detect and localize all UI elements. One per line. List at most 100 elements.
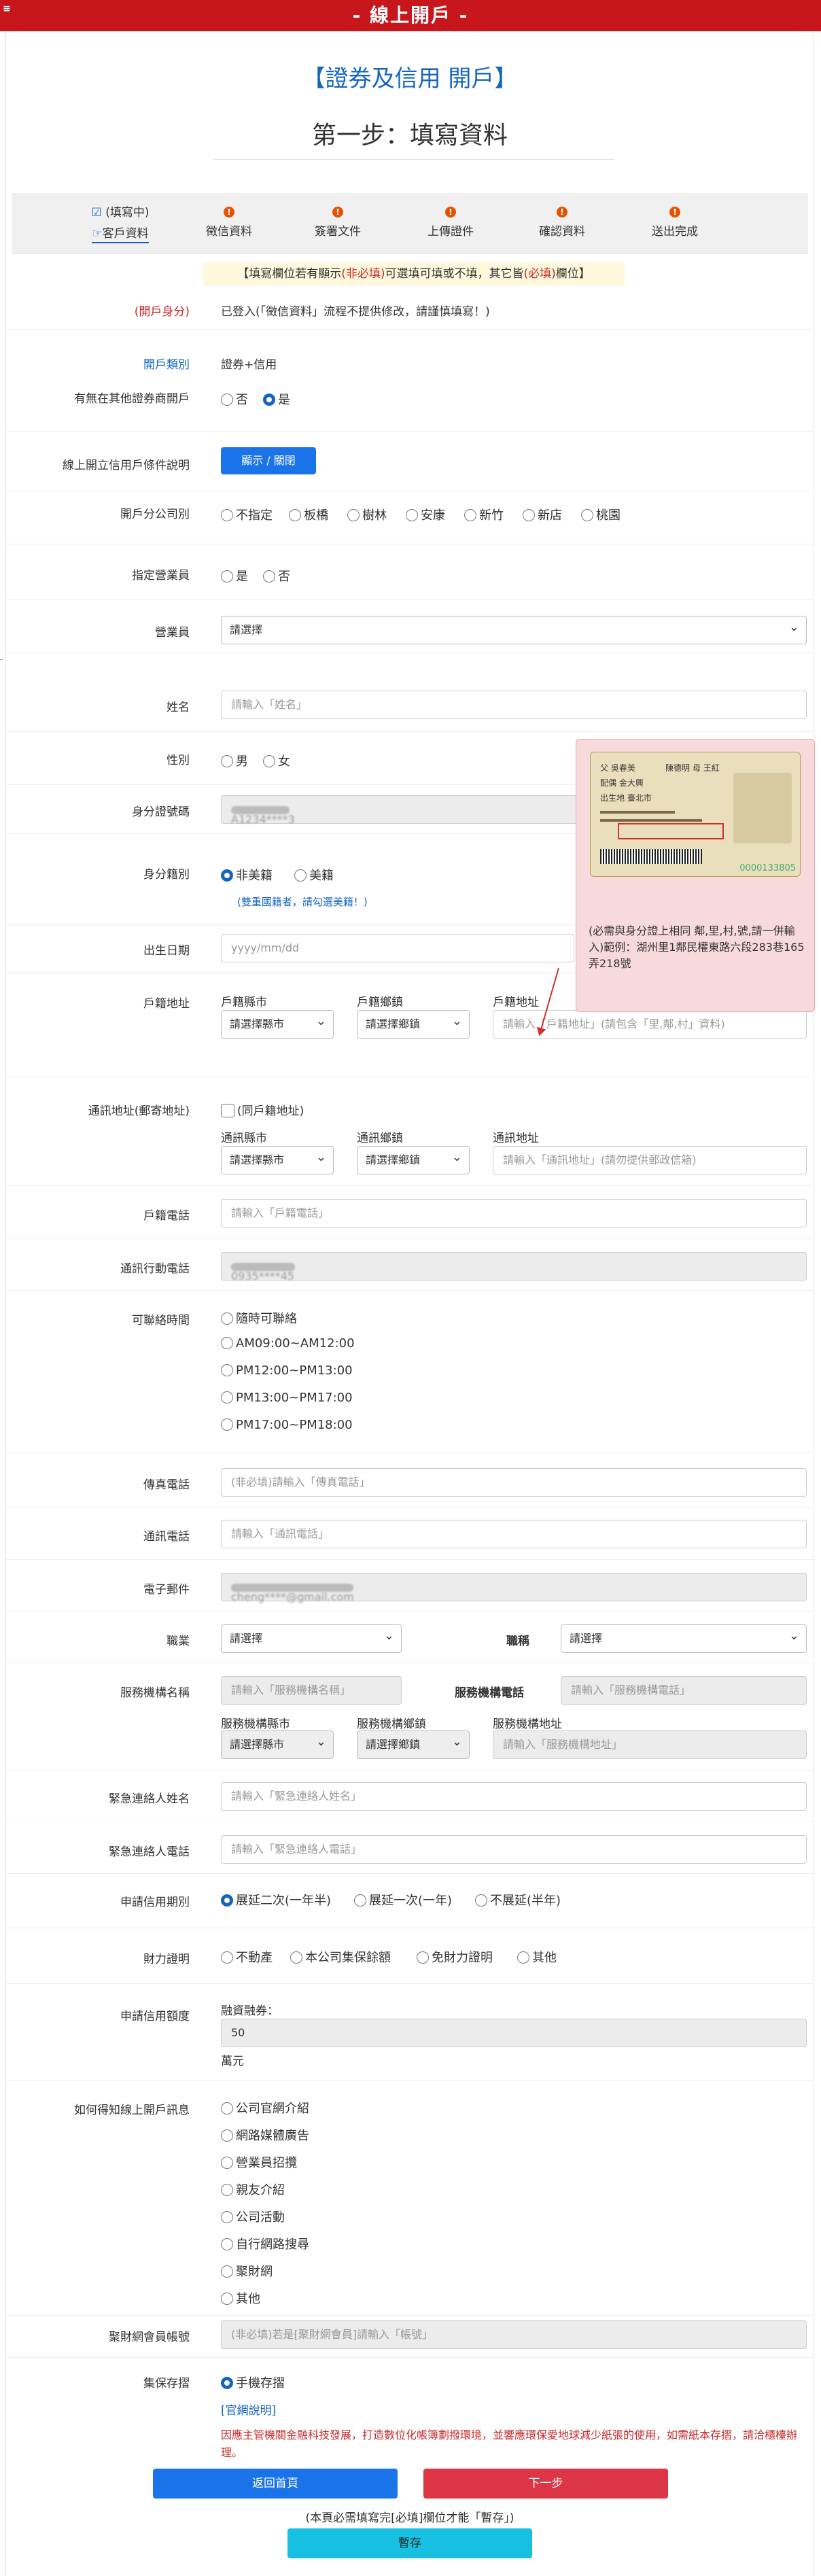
household-county-label: 戶籍縣市	[221, 996, 267, 1009]
mailing-label: 通訊地址(郵寄地址)	[88, 1104, 190, 1118]
credit-amount-field: 50	[221, 2019, 807, 2047]
barcode	[600, 849, 702, 864]
org-name-label: 服務機構名稱	[120, 1686, 190, 1700]
gender-female[interactable]: 女	[263, 752, 290, 769]
household-town-select[interactable]: 請選擇鄉鎮	[357, 1008, 470, 1039]
mail-phone-input[interactable]: 請輸入「通訊電話」	[221, 1520, 807, 1548]
forum-account-input[interactable]: (非必填)若是[聚財網會員]請輸入「帳號」	[221, 2320, 807, 2349]
contact-time-option[interactable]: PM17:00~PM18:00	[221, 1418, 353, 1432]
emergency-name-input[interactable]: 請輸入「緊急連絡人姓名」	[221, 1782, 807, 1811]
name-input[interactable]: 請輸入「姓名」	[221, 691, 807, 719]
job-select[interactable]: 請選擇	[221, 1622, 402, 1653]
financial-option[interactable]: 不動產	[221, 1948, 273, 1966]
step-label: 送出完成	[652, 225, 698, 239]
forum-account-label: 聚財網會員帳號	[109, 2331, 190, 2344]
warning-icon: !	[332, 207, 343, 217]
custody-mobile-passbook[interactable]: 手機存摺	[221, 2373, 285, 2391]
assign-agent-no[interactable]: 否	[263, 567, 290, 585]
other-account-no[interactable]: 否	[221, 390, 248, 408]
page-title: 【證券及信用 開戶】	[302, 65, 518, 92]
save-draft-button[interactable]: 暫存	[287, 2528, 532, 2558]
custody-note: 因應主管機關金融科技發展，打造數位化帳簿劃撥環境，並響應環保愛地球減少紙張的使用…	[221, 2429, 798, 2459]
custody-info-link[interactable]: [官網說明]	[221, 2401, 276, 2418]
mailing-town-label: 通訊鄉鎮	[357, 1132, 403, 1145]
source-option[interactable]: 網路媒體廣告	[221, 2126, 309, 2144]
branch-option[interactable]: 安康	[406, 506, 445, 523]
org-county-label: 服務機構縣市	[221, 1718, 290, 1731]
org-town-select[interactable]: 請選擇鄉鎮	[357, 1728, 470, 1759]
identity-value: 已登入(「徵信資料」流程不提供修改，請謹慎填寫！)	[221, 305, 490, 319]
credit-period-option[interactable]: 展延一次(一年)	[354, 1891, 452, 1909]
name-label: 姓名	[167, 701, 190, 714]
step-label: 簽署文件	[315, 225, 361, 239]
financial-option[interactable]: 其他	[517, 1948, 557, 1966]
next-step-button[interactable]: 下一步	[423, 2469, 668, 2499]
back-home-button[interactable]: 返回首頁	[153, 2469, 398, 2499]
email-field: cheng****@gmail.com	[221, 1573, 807, 1603]
financial-option[interactable]: 免財力證明	[417, 1948, 493, 1966]
contact-time-option[interactable]: PM13:00~PM17:00	[221, 1391, 353, 1405]
household-addr-label: 戶籍地址	[493, 996, 539, 1009]
branch-option[interactable]: 新店	[523, 506, 562, 523]
home-phone-input[interactable]: 請輸入「戶籍電話」	[221, 1199, 807, 1228]
mailing-addr-input[interactable]: 請輸入「通訊地址」(請勿提供郵政信箱)	[493, 1146, 807, 1174]
card-number: 0000133805	[739, 863, 796, 873]
other-account-yes[interactable]: 是	[263, 390, 290, 408]
org-name-input[interactable]: 請輸入「服務機構名稱」	[221, 1676, 402, 1705]
nationality-non-us[interactable]: 非美籍	[221, 866, 273, 884]
org-county-select[interactable]: 請選擇縣市	[221, 1728, 334, 1759]
step-confirm[interactable]: ! 確認資料	[508, 193, 616, 239]
financial-option[interactable]: 本公司集保餘額	[290, 1948, 391, 1966]
address-example-text: (必需與身分證上相同 鄰,里,村,號,請一併輸入)範例：湖州里1鄰民權東路六段2…	[589, 924, 805, 970]
warning-icon: !	[557, 207, 567, 217]
title-divider	[213, 159, 614, 160]
org-phone-input[interactable]: 請輸入「服務機構電話」	[561, 1676, 807, 1705]
form-container: 【證券及信用 開戶】 第一步：填寫資料 ☑ (填寫中) ☞客戶資料 ! 徵信資料…	[5, 31, 815, 2576]
step-sign-docs[interactable]: ! 簽署文件	[283, 193, 392, 239]
branch-option[interactable]: 新竹	[464, 506, 504, 523]
step-complete[interactable]: ! 送出完成	[621, 193, 729, 239]
source-option[interactable]: 公司官網介紹	[221, 2099, 309, 2117]
mailing-town-select[interactable]: 請選擇鄉鎮	[357, 1144, 470, 1174]
fax-input[interactable]: (非必填)請輸入「傳真電話」	[221, 1468, 807, 1497]
toggle-conditions-button[interactable]: 顯示 / 關閉	[221, 447, 316, 474]
source-option[interactable]: 公司活動	[221, 2208, 285, 2225]
source-option[interactable]: 其他	[221, 2289, 260, 2307]
step-label: 徵信資料	[206, 225, 252, 239]
address-example-popup: 父 吳春美 配偶 金大興 出生地 臺北市 母 王紅 陳德明 0000133805…	[576, 739, 815, 1012]
step-credit-data[interactable]: ! 徵信資料	[175, 193, 283, 239]
household-county-select[interactable]: 請選擇縣市	[221, 1008, 334, 1039]
job-title-select[interactable]: 請選擇	[561, 1622, 807, 1653]
same-as-household-checkbox[interactable]: (同戶籍地址)	[221, 1101, 304, 1118]
source-option[interactable]: 自行網路搜尋	[221, 2235, 309, 2252]
household-town-label: 戶籍鄉鎮	[357, 996, 403, 1009]
credit-period-option[interactable]: 不展延(半年)	[475, 1891, 561, 1909]
contact-time-option[interactable]: 隨時可聯絡	[221, 1309, 297, 1327]
org-phone-label: 服務機構電話	[455, 1686, 524, 1700]
mailing-county-select[interactable]: 請選擇縣市	[221, 1144, 334, 1174]
branch-option[interactable]: 不指定	[221, 506, 273, 523]
agent-select[interactable]: 請選擇	[221, 614, 807, 644]
account-type-label: 開戶類別	[143, 358, 190, 372]
contact-time-option[interactable]: PM12:00~PM13:00	[221, 1363, 353, 1378]
emergency-phone-input[interactable]: 請輸入「緊急連絡人電話」	[221, 1835, 807, 1864]
credit-amount-label: 申請信用額度	[120, 2010, 190, 2023]
credit-period-option[interactable]: 展延二次(一年半)	[221, 1891, 331, 1909]
credit-period-label: 申請信用期別	[120, 1896, 190, 1909]
source-option[interactable]: 營業員招攬	[221, 2153, 297, 2171]
menu-icon[interactable]: ≡	[3, 4, 12, 14]
org-addr-input[interactable]: 請輸入「服務機構地址」	[493, 1730, 807, 1759]
contact-time-option[interactable]: AM09:00~AM12:00	[221, 1336, 355, 1351]
nationality-us[interactable]: 美籍	[294, 866, 334, 884]
source-option[interactable]: 聚財網	[221, 2262, 273, 2280]
birthday-input[interactable]: yyyy/mm/dd	[221, 934, 574, 962]
branch-option[interactable]: 桃園	[581, 506, 621, 523]
step-upload-id[interactable]: ! 上傳證件	[396, 193, 505, 239]
gender-male[interactable]: 男	[221, 752, 248, 769]
assign-agent-yes[interactable]: 是	[221, 567, 248, 585]
branch-option[interactable]: 樹林	[347, 506, 387, 523]
branch-option[interactable]: 板橋	[289, 506, 328, 523]
step-customer-data[interactable]: ☑ (填寫中) ☞客戶資料	[66, 193, 175, 243]
step-label: 客戶資料	[102, 227, 149, 241]
source-option[interactable]: 親友介紹	[221, 2180, 285, 2198]
